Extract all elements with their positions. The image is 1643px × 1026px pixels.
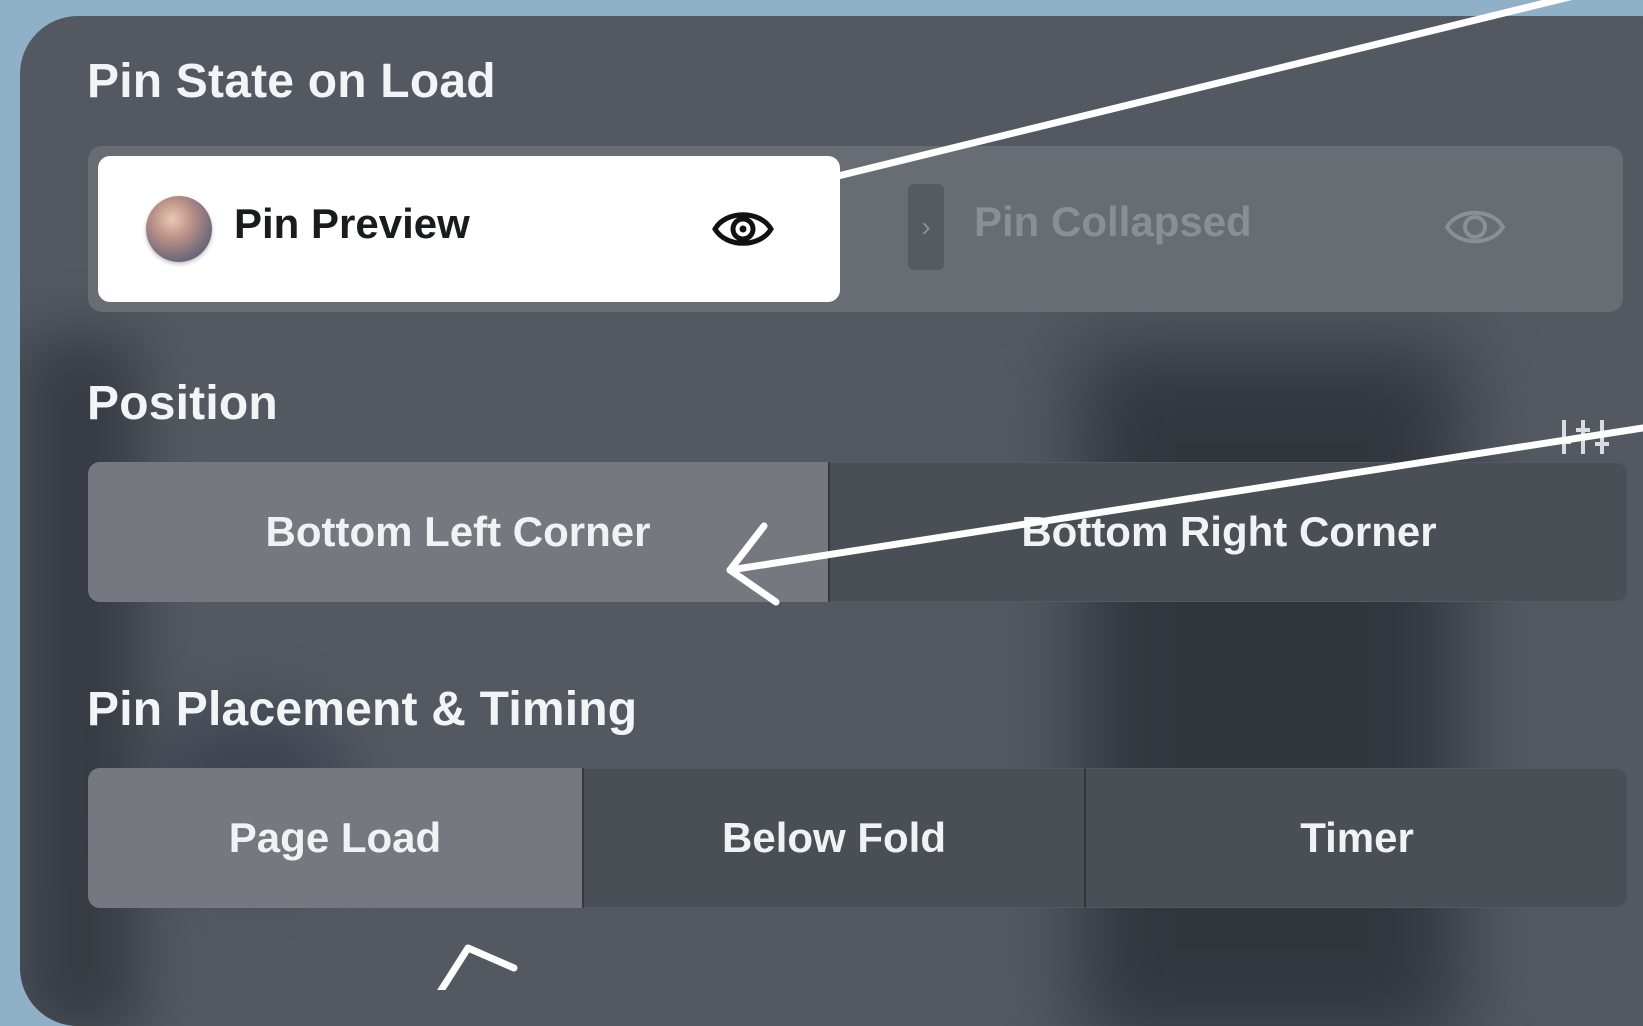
position-title: Position xyxy=(87,377,278,430)
bottom-right-corner-option[interactable]: Bottom Right Corner xyxy=(828,462,1628,602)
page-load-option[interactable]: Page Load xyxy=(88,768,582,908)
pin-state-title: Pin State on Load xyxy=(87,55,496,108)
placement-selector: Page Load Below Fold Timer xyxy=(88,768,1628,908)
position-selector: Bottom Left Corner Bottom Right Corner xyxy=(88,462,1628,602)
pin-state-toggle: Pin Preview › Pin Collapsed xyxy=(88,146,1623,312)
avatar xyxy=(146,196,212,262)
placement-title: Pin Placement & Timing xyxy=(87,683,638,736)
sliders-icon[interactable] xyxy=(1556,414,1610,460)
pin-preview-option[interactable]: Pin Preview xyxy=(98,156,840,302)
below-fold-option[interactable]: Below Fold xyxy=(582,768,1084,908)
chevron-right-icon: › xyxy=(908,184,944,270)
pin-preview-label: Pin Preview xyxy=(234,200,470,247)
timer-option[interactable]: Timer xyxy=(1084,768,1628,908)
eye-icon[interactable] xyxy=(1444,198,1506,256)
eye-icon[interactable] xyxy=(712,200,774,258)
settings-panel: Pin State on Load Pin Preview › Pin Coll… xyxy=(20,16,1643,1026)
bottom-left-corner-option[interactable]: Bottom Left Corner xyxy=(88,462,828,602)
pin-collapsed-label[interactable]: Pin Collapsed xyxy=(974,198,1252,246)
